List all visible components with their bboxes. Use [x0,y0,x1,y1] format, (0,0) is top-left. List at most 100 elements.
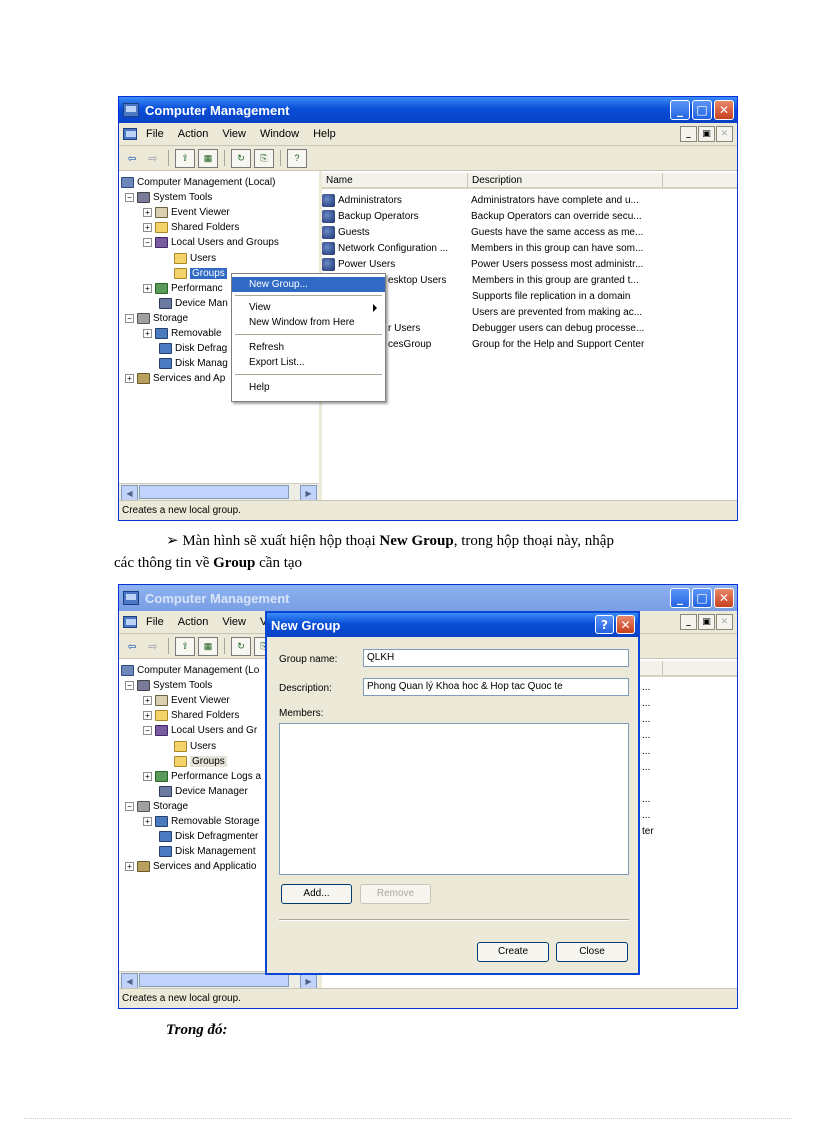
menu-view[interactable]: View [215,128,253,140]
tree-node-groups[interactable]: Groups [174,754,227,769]
export-list-icon[interactable]: ⎘ [254,148,274,168]
scroll-left-icon[interactable]: ◀ [121,973,138,989]
menu-item-refresh[interactable]: Refresh [232,340,385,355]
tree-horizontal-scrollbar[interactable]: ◀ ▶ [119,483,319,501]
scroll-left-icon[interactable]: ◀ [121,485,138,501]
mdi-close-button[interactable]: ✕ [716,126,733,142]
tree-node-users[interactable]: Users [174,251,216,266]
tree-node-disk-management[interactable]: Disk Management [159,844,256,859]
tree-node-removable[interactable]: + Removable [143,326,222,341]
create-button[interactable]: Create [477,942,549,962]
title-bar[interactable]: Computer Management _ □ ✕ [119,585,737,611]
close-button[interactable]: ✕ [714,588,734,608]
scroll-right-icon[interactable]: ▶ [300,485,317,501]
tree-node-event-viewer[interactable]: + Event Viewer [143,205,230,220]
tree-node-disk-defrag[interactable]: Disk Defragmenter [159,829,258,844]
column-header-description[interactable]: Description [468,173,663,189]
title-bar[interactable]: Computer Management _ □ ✕ [119,97,737,123]
menu-item-help[interactable]: Help [232,380,385,395]
group-name-input[interactable]: QLKH [363,649,629,667]
collapse-icon[interactable]: − [143,238,152,247]
minimize-button[interactable]: _ [670,100,690,120]
dialog-title-bar[interactable]: New Group ? ✕ [267,613,638,637]
table-row[interactable]: Network Configuration ... Members in this… [322,240,643,256]
remove-member-button[interactable]: Remove [360,884,431,904]
up-folder-icon[interactable]: ⇪ [175,148,195,168]
expand-icon[interactable]: + [143,696,152,705]
tree-node-performance[interactable]: + Performance Logs a [143,769,261,784]
expand-icon[interactable]: + [143,223,152,232]
tree-node-users[interactable]: Users [174,739,216,754]
minimize-button[interactable]: _ [670,588,690,608]
table-row[interactable]: esktop Users Members in this group are gr… [388,272,639,288]
collapse-icon[interactable]: − [125,314,134,323]
tree-node-services[interactable]: + Services and Applicatio [125,859,256,874]
table-row[interactable]: Administrators Administrators have comple… [322,192,639,208]
mdi-minimize-button[interactable]: _ [680,614,697,630]
mdi-close-button[interactable]: ✕ [716,614,733,630]
mdi-minimize-button[interactable]: _ [680,126,697,142]
menu-action[interactable]: Action [171,616,216,628]
table-row[interactable]: cesGroup Group for the Help and Support C… [388,336,644,352]
tree-node-local-users-groups[interactable]: − Local Users and Gr [143,723,257,738]
tree-node-shared-folders[interactable]: + Shared Folders [143,220,239,235]
column-header-name[interactable]: Name [322,173,468,189]
table-row[interactable]: Guests Guests have the same access as me.… [322,224,643,240]
tree-node-device-manager[interactable]: Device Manager [159,784,248,799]
menu-view[interactable]: View [215,616,253,628]
tree-node-storage[interactable]: − Storage [125,311,188,326]
mdi-restore-button[interactable]: ▣ [698,614,715,630]
show-hide-tree-icon[interactable]: ▦ [198,636,218,656]
close-icon[interactable]: ✕ [616,615,635,634]
close-button[interactable]: ✕ [714,100,734,120]
scroll-thumb[interactable] [139,485,289,499]
expand-icon[interactable]: + [125,374,134,383]
tree-node-local-users-groups[interactable]: − Local Users and Groups [143,235,279,250]
expand-icon[interactable]: + [125,862,134,871]
expand-icon[interactable]: + [143,329,152,338]
tree-node-disk-defrag[interactable]: Disk Defrag [159,341,227,356]
members-list[interactable] [279,723,629,875]
tree-node-services[interactable]: + Services and Ap [125,371,225,386]
tree-node-system-tools[interactable]: − System Tools [125,190,212,205]
collapse-icon[interactable]: − [125,193,134,202]
expand-icon[interactable]: + [143,208,152,217]
table-row[interactable]: Power Users Power Users possess most admi… [322,256,643,272]
tree-node-system-tools[interactable]: − System Tools [125,678,212,693]
tree-node-removable[interactable]: + Removable Storage [143,814,259,829]
expand-icon[interactable]: + [143,817,152,826]
tree-node-shared-folders[interactable]: + Shared Folders [143,708,239,723]
menu-file[interactable]: File [139,128,171,140]
tree-node-performance[interactable]: + Performanc [143,281,223,296]
refresh-icon[interactable]: ↻ [231,636,251,656]
scroll-right-icon[interactable]: ▶ [300,973,317,989]
menu-file[interactable]: File [139,616,171,628]
menu-window[interactable]: Window [253,128,306,140]
maximize-button[interactable]: □ [692,588,712,608]
mdi-restore-button[interactable]: ▣ [698,126,715,142]
menu-item-new-window[interactable]: New Window from Here [232,315,385,330]
tree-node-device-manager[interactable]: Device Man [159,296,228,311]
table-row[interactable]: r Users Debugger users can debug processe… [388,320,644,336]
add-member-button[interactable]: Add... [281,884,352,904]
collapse-icon[interactable]: − [125,681,134,690]
table-row[interactable]: Backup Operators Backup Operators can ove… [322,208,642,224]
tree-node-storage[interactable]: − Storage [125,799,188,814]
collapse-icon[interactable]: − [125,802,134,811]
tree-node-groups[interactable]: Groups [174,266,227,281]
up-folder-icon[interactable]: ⇪ [175,636,195,656]
table-row[interactable]: Supports file replication in a domain [472,288,630,304]
forward-icon[interactable]: ⇨ [144,638,162,655]
menu-item-export-list[interactable]: Export List... [232,355,385,370]
description-input[interactable]: Phong Quan lý Khoa hoc & Hop tac Quoc te [363,678,629,696]
menu-item-view[interactable]: View [232,300,385,315]
menu-item-new-group[interactable]: New Group... [232,277,385,292]
tree-node-root[interactable]: Computer Management (Local) [121,175,275,190]
help-button[interactable]: ? [595,615,614,634]
menu-action[interactable]: Action [171,128,216,140]
show-hide-tree-icon[interactable]: ▦ [198,148,218,168]
refresh-icon[interactable]: ↻ [231,148,251,168]
scroll-thumb[interactable] [139,973,289,987]
forward-icon[interactable]: ⇨ [144,150,162,167]
maximize-button[interactable]: □ [692,100,712,120]
